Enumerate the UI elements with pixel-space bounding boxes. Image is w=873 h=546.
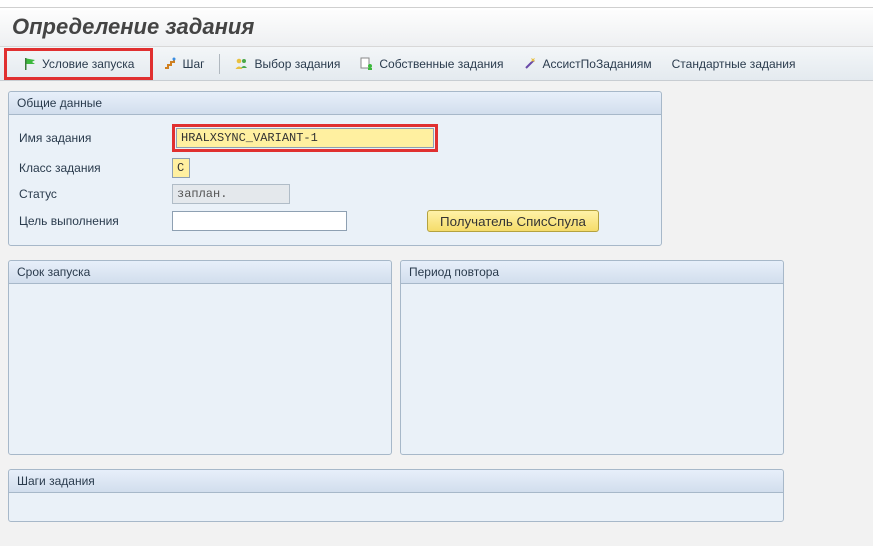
panel-body [401,284,783,454]
form-row-exec-target: Цель выполнения Получатель СписСпула [17,207,653,235]
job-class-label: Класс задания [17,161,172,175]
panel-title: Общие данные [9,92,661,115]
toolbar-label: Шаг [182,57,204,71]
start-time-panel: Срок запуска [8,260,392,455]
task-steps-panel: Шаги задания [8,469,784,522]
panel-title: Период повтора [401,261,783,284]
panel-title: Срок запуска [9,261,391,284]
header-area: Определение задания Условие запуска Шаг … [0,8,873,81]
toolbar-divider [219,54,220,74]
job-name-input[interactable] [176,128,434,148]
toolbar-label: Выбор задания [255,57,341,71]
exec-target-label: Цель выполнения [17,214,172,228]
job-class-input[interactable] [172,158,190,178]
standard-tasks-button[interactable]: Стандартные задания [664,53,804,75]
toolbar-label: Собственные задания [379,57,503,71]
form-row-job-class: Класс задания [17,155,653,181]
spool-recipient-button[interactable]: Получатель СписСпула [427,210,599,232]
step-button[interactable]: Шаг [155,53,212,75]
select-task-button[interactable]: Выбор задания [226,53,349,75]
general-data-panel: Общие данные Имя задания Класс задания С… [8,91,662,246]
job-name-label: Имя задания [17,131,172,145]
panel-body: Имя задания Класс задания Статус Цель вы… [9,115,661,245]
two-column-panels: Срок запуска Период повтора [8,260,784,469]
form-row-status: Статус [17,181,653,207]
highlight-job-name [172,124,438,152]
toolbar-label: Стандартные задания [672,57,796,71]
wizard-wand-icon [523,57,537,71]
content-area: Общие данные Имя задания Класс задания С… [0,81,873,546]
window-top-strip [0,0,873,8]
toolbar-label: Условие запуска [42,57,134,71]
exec-target-input[interactable] [172,211,347,231]
highlight-start-condition: Условие запуска [4,48,153,80]
panel-body [9,284,391,454]
panel-title: Шаги задания [9,470,783,493]
step-icon [163,57,177,71]
form-row-job-name: Имя задания [17,121,653,155]
status-display [172,184,290,204]
own-tasks-button[interactable]: Собственные задания [352,53,511,75]
page-title: Определение задания [0,10,873,47]
application-toolbar: Условие запуска Шаг Выбор задания Собств… [0,47,873,81]
start-condition-button[interactable]: Условие запуска [15,53,142,75]
toolbar-label: АссистПоЗаданиям [542,57,651,71]
task-assist-button[interactable]: АссистПоЗаданиям [515,53,659,75]
document-user-icon [360,57,374,71]
people-search-icon [234,57,250,71]
flag-icon [23,57,37,71]
status-label: Статус [17,187,172,201]
repeat-period-panel: Период повтора [400,260,784,455]
panel-body [9,493,783,521]
